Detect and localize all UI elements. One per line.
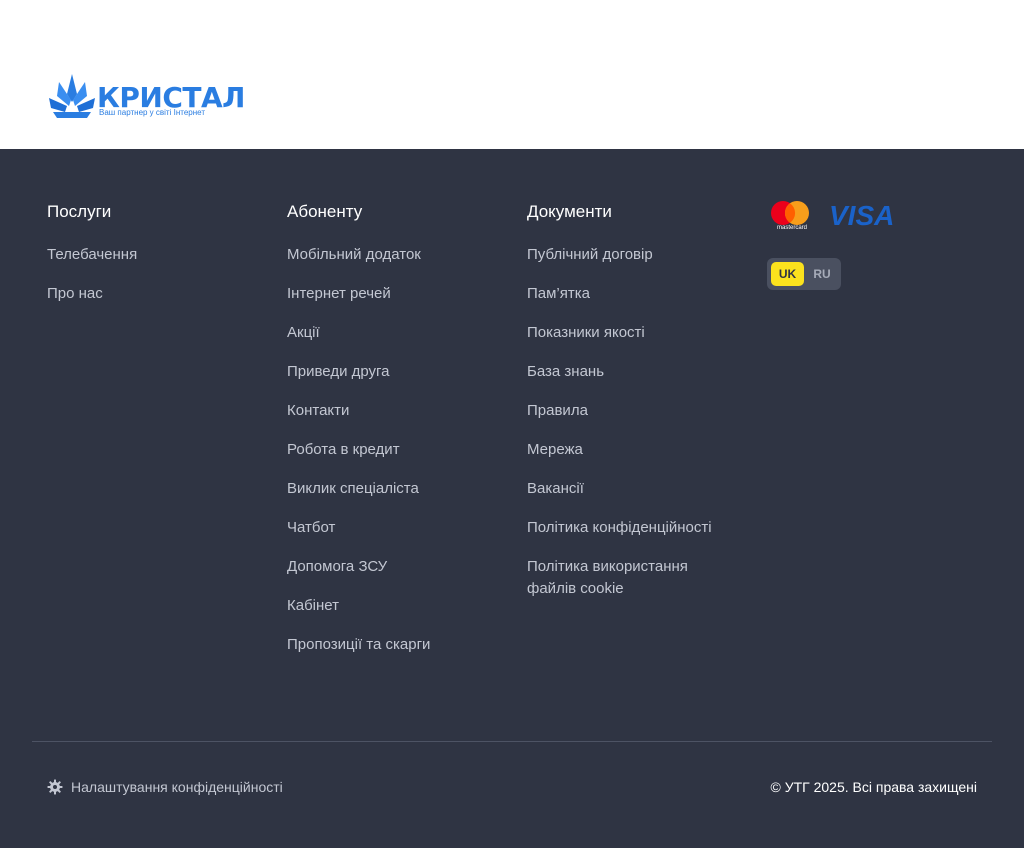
footer-divider	[32, 741, 992, 742]
footer-link-vacancies[interactable]: Вакансії	[527, 478, 727, 500]
footer-link-memo[interactable]: Пам’ятка	[527, 283, 727, 305]
copyright-text: © УТГ 2025. Всі права захищені	[770, 779, 977, 795]
footer-link-promotions[interactable]: Акції	[287, 322, 487, 344]
visa-logo: VISA	[829, 200, 895, 231]
footer-link-knowledge-base[interactable]: База знань	[527, 361, 727, 383]
column-title: Послуги	[47, 202, 112, 221]
privacy-settings-label: Налаштування конфіденційності	[71, 779, 283, 795]
crystal-logo-icon	[49, 74, 95, 118]
site-header: КРИСТАЛ Ваш партнер у світі Інтернет	[0, 0, 1024, 149]
footer-link-tv[interactable]: Телебачення	[47, 244, 247, 266]
gear-icon	[47, 779, 63, 795]
footer-column-subscriber: Абоненту Мобільний додаток Інтернет рече…	[287, 201, 487, 673]
logo[interactable]: КРИСТАЛ Ваш партнер у світі Інтернет	[47, 72, 245, 122]
column-title: Абоненту	[287, 202, 363, 221]
footer-link-chatbot[interactable]: Чатбот	[287, 517, 487, 539]
language-switcher: UK RU	[767, 258, 841, 290]
footer-link-mobile-app[interactable]: Мобільний додаток	[287, 244, 487, 266]
site-footer: Послуги Телебачення Про нас Абоненту Моб…	[0, 149, 1024, 848]
mastercard-label: mastercard	[776, 225, 807, 231]
language-option-ru[interactable]: RU	[807, 262, 837, 286]
mastercard-logo: mastercard	[769, 200, 811, 234]
brand-tagline: Ваш партнер у світі Інтернет	[99, 108, 205, 117]
footer-link-credit-work[interactable]: Робота в кредит	[287, 439, 487, 461]
footer-column-services: Послуги Телебачення Про нас	[47, 201, 247, 322]
footer-column-documents: Документи Публічний договір Пам’ятка Пок…	[527, 201, 727, 617]
mastercard-icon	[771, 201, 809, 225]
footer-link-public-contract[interactable]: Публічний договір	[527, 244, 727, 266]
footer-link-feedback[interactable]: Пропозиції та скарги	[287, 634, 487, 656]
payment-methods: mastercard VISA	[767, 200, 907, 234]
footer-link-contacts[interactable]: Контакти	[287, 400, 487, 422]
language-option-uk[interactable]: UK	[771, 262, 804, 286]
footer-link-call-specialist[interactable]: Виклик спеціаліста	[287, 478, 487, 500]
footer-link-rules[interactable]: Правила	[527, 400, 727, 422]
footer-link-network[interactable]: Мережа	[527, 439, 727, 461]
footer-link-cookie-policy[interactable]: Політика використання файлів cookie	[527, 556, 727, 600]
footer-link-privacy-policy[interactable]: Політика конфіденційності	[527, 517, 727, 539]
footer-link-help-army[interactable]: Допомога ЗСУ	[287, 556, 487, 578]
footer-link-quality-indicators[interactable]: Показники якості	[527, 322, 727, 344]
footer-link-refer-friend[interactable]: Приведи друга	[287, 361, 487, 383]
footer-link-iot[interactable]: Інтернет речей	[287, 283, 487, 305]
footer-link-cabinet[interactable]: Кабінет	[287, 595, 487, 617]
column-title: Документи	[527, 202, 612, 221]
footer-link-about[interactable]: Про нас	[47, 283, 247, 305]
privacy-settings-button[interactable]: Налаштування конфіденційності	[47, 777, 283, 797]
